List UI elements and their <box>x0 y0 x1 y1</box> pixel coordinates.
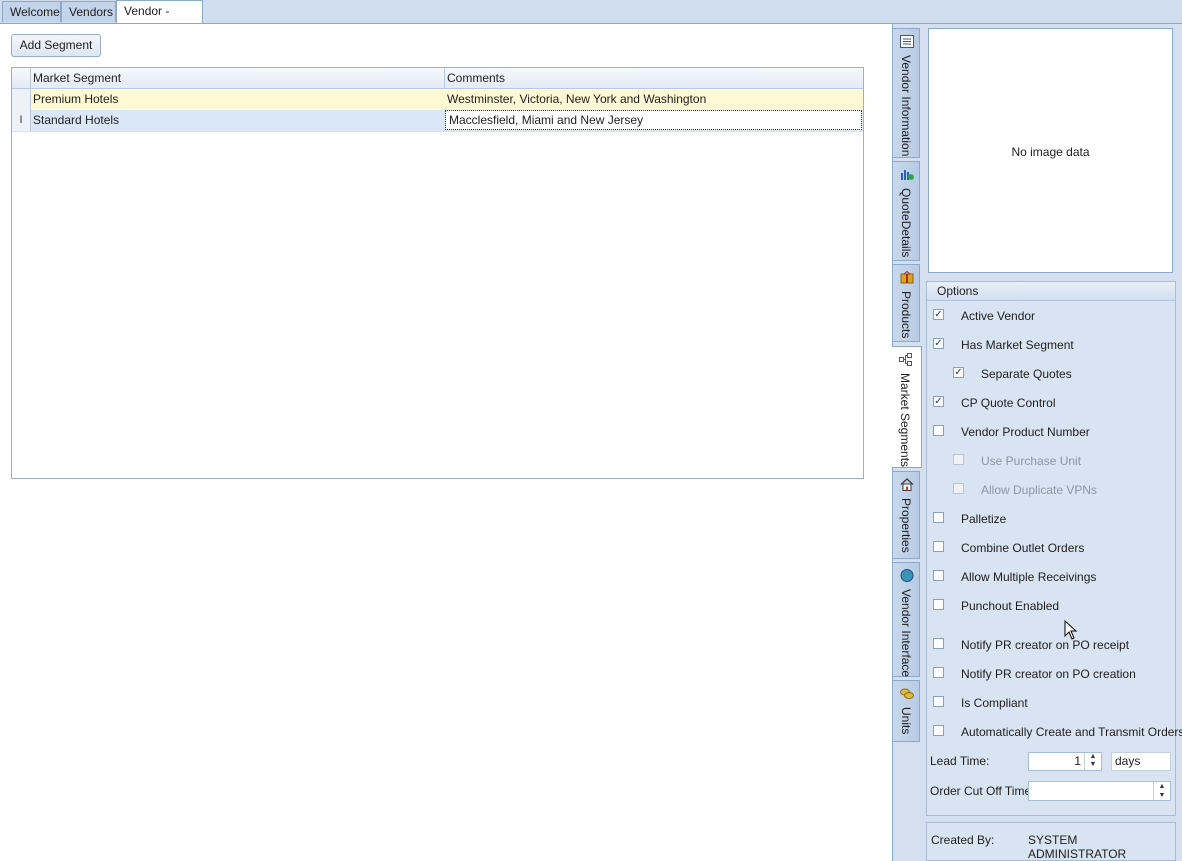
cell-market-segment[interactable]: Premium Hotels <box>30 89 444 110</box>
option-label: Palletize <box>961 512 1007 526</box>
checkbox[interactable]: ✓ <box>933 338 944 349</box>
tab-vendor-1[interactable]: Vendor - 1✕ <box>116 0 203 40</box>
tab-properties[interactable]: Properties <box>892 471 920 559</box>
package-icon <box>900 271 914 284</box>
tab-welcome-label: Welcome <box>10 5 60 19</box>
chart-icon <box>901 170 914 180</box>
checkbox[interactable] <box>933 638 944 649</box>
cell-market-segment[interactable]: Standard Hotels <box>30 110 444 131</box>
checkbox[interactable] <box>933 512 944 523</box>
table-row[interactable]: Premium Hotels Westminster, Victoria, Ne… <box>12 89 863 111</box>
tab-label: Vendor Interface <box>899 589 913 678</box>
checkbox[interactable]: ✓ <box>933 309 944 320</box>
add-segment-button[interactable]: Add Segment <box>11 34 101 57</box>
cell-comments[interactable]: Westminster, Victoria, New York and Wash… <box>444 89 862 110</box>
lead-time-unit: days <box>1111 752 1171 771</box>
column-header-comments[interactable]: Comments <box>444 68 862 88</box>
checkbox <box>953 454 964 465</box>
checkbox[interactable] <box>933 599 944 610</box>
lead-time-value: 1 <box>1074 754 1081 768</box>
coins-icon <box>900 688 914 699</box>
options-title: Options <box>927 282 1175 301</box>
order-cutoff-label: Order Cut Off Time <box>930 784 1032 798</box>
vertical-tab-strip: Vendor Information QuoteDetails Products… <box>892 28 922 748</box>
vendor-image-box[interactable]: No image data <box>928 28 1173 273</box>
grid-header: Market Segment Comments <box>12 68 863 89</box>
tab-vendors-label: Vendors <box>69 5 114 19</box>
checkbox[interactable] <box>933 725 944 736</box>
checkbox[interactable] <box>933 541 944 552</box>
order-cutoff-time-field[interactable]: ▲ ▼ <box>1028 781 1171 801</box>
market-segment-grid: Market Segment Comments Premium Hotels W… <box>11 67 864 479</box>
spin-arrows-icon[interactable]: ▲ ▼ <box>1153 782 1170 800</box>
option-label: Active Vendor <box>961 309 1036 323</box>
option-label: Notify PR creator on PO creation <box>961 667 1136 681</box>
checkbox[interactable] <box>933 696 944 707</box>
checkbox[interactable]: ✓ <box>953 367 964 378</box>
table-row[interactable]: I Standard Hotels Macclesfield, Miami an… <box>12 110 863 132</box>
tab-label: QuoteDetails <box>899 188 913 258</box>
tab-vendor-information[interactable]: Vendor Information <box>892 28 920 158</box>
tab-label: Products <box>899 291 913 339</box>
checkbox[interactable] <box>933 667 944 678</box>
hierarchy-icon <box>899 353 912 366</box>
tab-label: Market Segments <box>898 373 912 468</box>
option-label: Combine Outlet Orders <box>961 541 1085 555</box>
tab-units[interactable]: Units <box>892 680 920 742</box>
option-label: Punchout Enabled <box>961 599 1060 613</box>
house-icon <box>900 478 914 491</box>
lead-time-label: Lead Time: <box>930 754 990 768</box>
market-segments-pane: Add Segment Market Segment Comments Prem… <box>0 24 893 861</box>
option-label: Vendor Product Number <box>961 425 1090 439</box>
option-label: Separate Quotes <box>981 367 1072 381</box>
tab-quote-details[interactable]: QuoteDetails <box>892 161 920 261</box>
created-by-value: SYSTEM ADMINISTRATOR <box>1028 833 1127 861</box>
cell-comments-editor[interactable]: Macclesfield, Miami and New Jersey <box>445 110 862 130</box>
globe-icon <box>900 569 914 582</box>
text-cursor-icon: I <box>12 110 31 131</box>
option-label: Is Compliant <box>961 696 1028 710</box>
created-by-panel: Created By: SYSTEM ADMINISTRATOR <box>926 822 1176 861</box>
option-label: Notify PR creator on PO receipt <box>961 638 1130 652</box>
option-label: CP Quote Control <box>961 396 1056 410</box>
checkbox[interactable] <box>933 425 944 436</box>
checkbox <box>953 483 964 494</box>
checkbox[interactable]: ✓ <box>933 396 944 407</box>
column-header-market-segment[interactable]: Market Segment <box>30 68 444 88</box>
document-tab-strip: Welcome Vendors Vendor - 1✕ <box>0 0 1182 40</box>
option-label: Allow Multiple Receivings <box>961 570 1097 584</box>
checkbox[interactable] <box>933 570 944 581</box>
tab-market-segments[interactable]: Market Segments <box>892 346 922 468</box>
tab-label: Vendor Information <box>899 55 913 157</box>
option-label: Use Purchase Unit <box>981 454 1082 468</box>
mouse-pointer-icon <box>1064 620 1078 640</box>
spin-arrows-icon[interactable]: ▲ ▼ <box>1084 753 1101 770</box>
created-by-label: Created By: <box>931 833 995 847</box>
lead-time-stepper[interactable]: 1 ▲ ▼ <box>1028 752 1102 771</box>
tab-vendors[interactable]: Vendors <box>61 1 116 22</box>
option-label: Allow Duplicate VPNs <box>981 483 1098 497</box>
tab-label: Units <box>899 707 913 735</box>
list-icon <box>900 35 914 48</box>
tab-welcome[interactable]: Welcome <box>2 1 61 22</box>
tab-label: Properties <box>899 498 913 553</box>
option-label: Has Market Segment <box>961 338 1074 352</box>
option-label: Automatically Create and Transmit Orders <box>961 725 1182 739</box>
tab-products[interactable]: Products <box>892 264 920 342</box>
tab-vendor-interface[interactable]: Vendor Interface <box>892 562 920 677</box>
row-indicator <box>12 89 31 110</box>
image-placeholder-text: No image data <box>1011 145 1090 159</box>
